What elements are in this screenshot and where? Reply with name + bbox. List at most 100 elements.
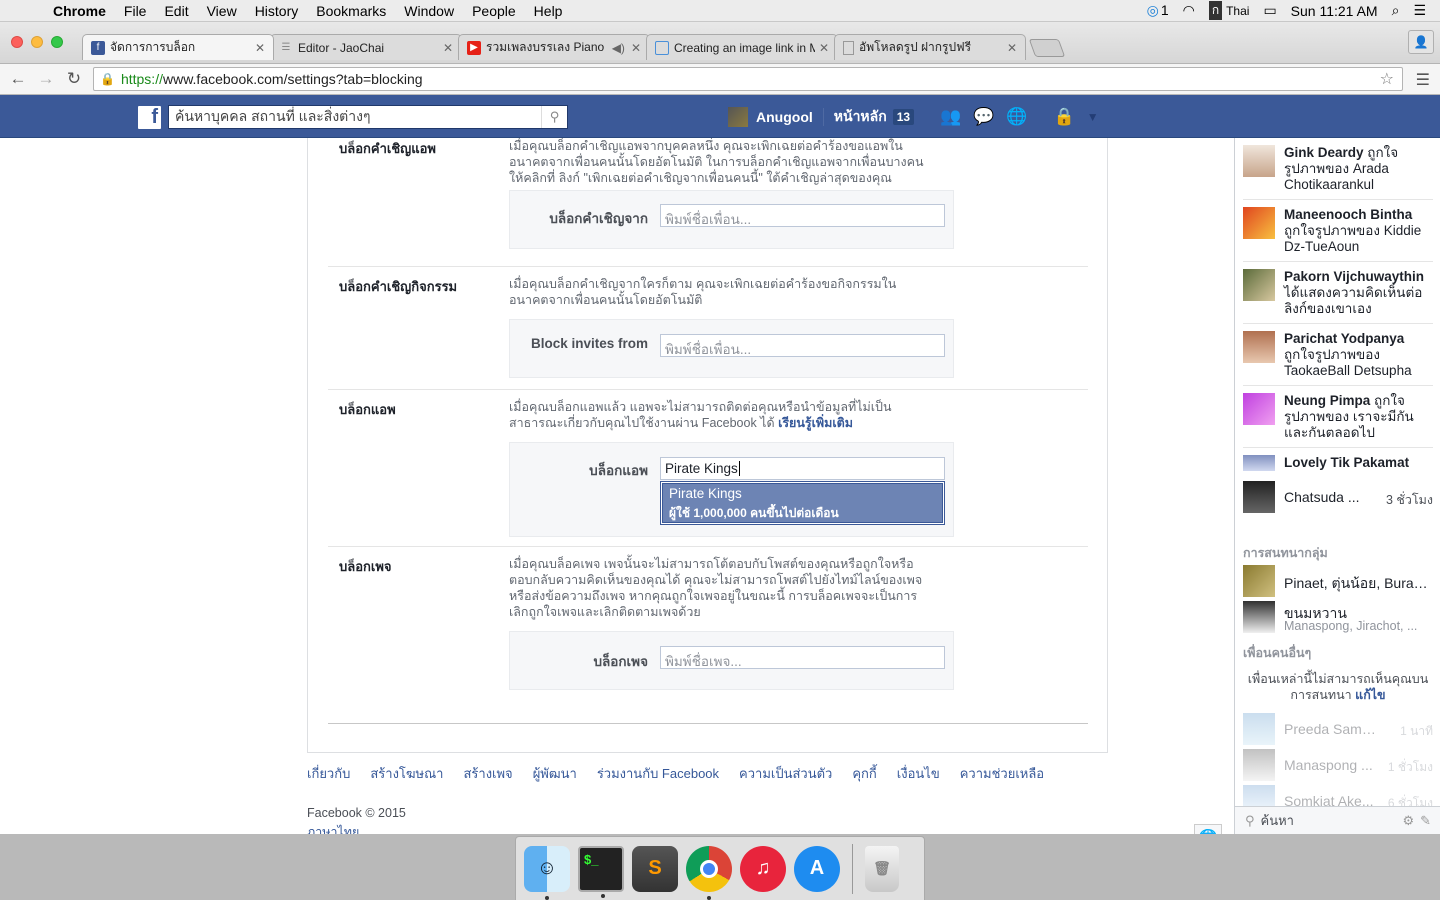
footer-link-help[interactable]: ความช่วยเหลือ — [960, 763, 1044, 784]
clock[interactable]: Sun 11:21 AM — [1291, 3, 1378, 19]
footer-link-create-page[interactable]: สร้างเพจ — [463, 763, 512, 784]
block-apps-input[interactable]: Pirate Kings — [660, 457, 945, 480]
ticker-item[interactable]: Parichat Yodpanya ถูกใจรูปภาพของ TaokaeB… — [1243, 331, 1433, 386]
chat-options-gear-icon[interactable]: ⚙ — [1402, 813, 1414, 829]
ticker-item[interactable]: Maneenooch Bintha ถูกใจรูปภาพของ Kiddie … — [1243, 207, 1433, 262]
close-tab-icon[interactable]: ✕ — [255, 41, 265, 55]
globe-icon[interactable]: 🌐 — [1194, 824, 1222, 834]
mac-menubar: Chrome File Edit View History Bookmarks … — [0, 0, 1440, 22]
footer-link-developers[interactable]: ผู้พัฒนา — [533, 763, 577, 784]
close-window-button[interactable] — [11, 36, 23, 48]
sublime-text-icon[interactable]: S — [632, 845, 678, 892]
app-store-icon[interactable]: A — [794, 845, 840, 892]
friend-requests-icon[interactable]: 👥 — [940, 107, 961, 127]
spotlight-search-icon[interactable]: ⌕ — [1392, 2, 1400, 19]
typeahead-option-pirate-kings[interactable]: Pirate Kings ผู้ใช้ 1,000,000 คนขึ้นไปต่… — [662, 483, 943, 523]
group-conversation[interactable]: ขนมหวาน Manaspong, Jirachot, ... — [1243, 601, 1433, 633]
battery-icon[interactable]: ▭ — [1263, 2, 1276, 19]
tab-title: Creating an image link in M — [674, 40, 815, 55]
trash-icon[interactable]: 🗑 — [865, 845, 899, 892]
menu-app[interactable]: Chrome — [44, 3, 115, 19]
menu-bookmarks[interactable]: Bookmarks — [307, 3, 395, 19]
jewel-icons: 👥 💬 🌐 🔒 ▼ — [940, 107, 1111, 127]
group-conversation[interactable]: Pinaet, ตุ่นน้อย, Burawa... — [1243, 565, 1434, 597]
chrome-menu-icon[interactable]: ☰ — [1416, 70, 1430, 90]
chat-contact[interactable]: Chatsuda ... 3 ชั่วโมง — [1243, 481, 1433, 513]
facebook-logo-icon[interactable]: f — [138, 106, 161, 129]
section-title: บล็อกคำเชิญแอพ — [339, 141, 436, 156]
privacy-shortcuts-icon[interactable]: 🔒 — [1054, 107, 1075, 127]
footer-link-create-ad[interactable]: สร้างโฆษณา — [370, 763, 443, 784]
account-menu-chevron-icon[interactable]: ▼ — [1087, 110, 1099, 124]
notifications-globe-icon[interactable]: 🌐 — [1006, 107, 1027, 127]
ticker-item[interactable]: Neung Pimpa ถูกใจรูปภาพของ เราจะมีกันและ… — [1243, 393, 1433, 448]
footer-link-careers[interactable]: ร่วมงานกับ Facebook — [597, 763, 719, 784]
tab-title: อัพโหลดรูป ฝากรูปฟรี — [859, 40, 972, 54]
learn-more-link[interactable]: เรียนรู้เพิ่มเติม — [778, 416, 853, 430]
chrome-icon[interactable] — [686, 845, 732, 900]
chat-search-input[interactable]: ⚲ ค้นหา ⚙ ✎ — [1235, 806, 1440, 834]
notification-icon[interactable]: ◎ 1 — [1147, 2, 1169, 19]
contact-name: Preeda Samk... — [1284, 721, 1379, 737]
messages-icon[interactable]: 💬 — [973, 107, 994, 127]
bookmark-star-icon[interactable]: ☆ — [1380, 69, 1394, 89]
profile-icon[interactable]: 👤 — [1408, 30, 1434, 54]
close-tab-icon[interactable]: ✕ — [819, 41, 829, 55]
menu-help[interactable]: Help — [525, 3, 572, 19]
ticker-item[interactable]: Pakorn Vijchuwaythin ได้แสดงความคิดเห็นต… — [1243, 269, 1433, 324]
facebook-search-input[interactable]: ค้นหาบุคคล สถานที่ และสิ่งต่างๆ ⚲ — [168, 105, 568, 129]
tab-youtube[interactable]: ▶ รวมเพลงบรรเลง Piano Ball ◀) ✕ — [458, 34, 650, 60]
block-event-invites-input[interactable]: พิมพ์ชื่อเพื่อน... — [660, 334, 945, 357]
speaker-icon[interactable]: ◀) — [612, 41, 625, 55]
ticker-name: Parichat Yodpanya — [1284, 331, 1405, 346]
close-tab-icon[interactable]: ✕ — [631, 41, 641, 55]
forward-icon[interactable]: → — [32, 69, 60, 89]
itunes-icon[interactable]: ♫ — [740, 845, 786, 892]
tab-editor[interactable]: ☰ Editor - JaoChai ✕ — [270, 34, 462, 60]
footer-link-privacy[interactable]: ความเป็นส่วนตัว — [739, 763, 832, 784]
close-tab-icon[interactable]: ✕ — [443, 41, 453, 55]
close-tab-icon[interactable]: ✕ — [1007, 41, 1017, 55]
menu-window[interactable]: Window — [395, 3, 463, 19]
contact-name: Chatsuda ... — [1284, 489, 1360, 505]
menu-file[interactable]: File — [115, 3, 156, 19]
last-active-time: 3 ชั่วโมง — [1386, 493, 1433, 507]
chat-contact-offline[interactable]: Manaspong ... 1 ชั่วโมง — [1243, 749, 1433, 781]
edit-link[interactable]: แก้ไข — [1355, 688, 1385, 702]
block-app-invites-input[interactable]: พิมพ์ชื่อเพื่อน... — [660, 204, 945, 227]
address-bar[interactable]: 🔒 https:// www.facebook.com/settings?tab… — [93, 67, 1403, 91]
lock-icon[interactable]: 🔒 — [100, 72, 115, 86]
terminal-icon[interactable]: $_ — [578, 845, 624, 898]
footer-link-about[interactable]: เกี่ยวกับ — [307, 763, 350, 784]
user-avatar[interactable] — [728, 107, 748, 127]
menu-history[interactable]: History — [246, 3, 308, 19]
footer-link-terms[interactable]: เงื่อนไข — [897, 763, 940, 784]
input-source-label[interactable]: Thai — [1226, 4, 1249, 18]
tab-image-link[interactable]: Creating an image link in M ✕ — [646, 34, 838, 60]
input-source-icon[interactable]: ก — [1208, 1, 1223, 20]
chat-contact-offline[interactable]: Preeda Samk... 1 นาที — [1243, 713, 1433, 745]
minimize-window-button[interactable] — [31, 36, 43, 48]
ticker-item[interactable]: Lovely Tik Pakamat — [1243, 455, 1433, 475]
ticker-item[interactable]: Gink Deardy ถูกใจรูปภาพของ Arada Chotika… — [1243, 145, 1433, 200]
profile-link[interactable]: Anugool — [756, 109, 813, 125]
new-message-icon[interactable]: ✎ — [1420, 813, 1431, 829]
block-pages-input[interactable]: พิมพ์ชื่อเพจ... — [660, 646, 945, 669]
finder-icon[interactable]: ☺ — [524, 845, 570, 900]
menu-people[interactable]: People — [463, 3, 525, 19]
new-tab-button[interactable] — [1028, 39, 1066, 57]
tab-blocking[interactable]: f จัดการการบล็อก ✕ — [82, 34, 274, 60]
zoom-window-button[interactable] — [51, 36, 63, 48]
wifi-icon[interactable]: ◠ — [1183, 2, 1195, 19]
footer-link-cookies[interactable]: คุกกี้ — [852, 763, 876, 784]
home-link[interactable]: หน้าหลัก — [834, 106, 887, 128]
menu-edit[interactable]: Edit — [155, 3, 197, 19]
menu-view[interactable]: View — [198, 3, 246, 19]
notification-center-icon[interactable]: ☰ — [1413, 2, 1426, 19]
back-icon[interactable]: ← — [4, 69, 32, 89]
language-link[interactable]: ภาษาไทย — [307, 822, 1107, 834]
search-icon[interactable]: ⚲ — [541, 106, 567, 128]
tab-upload[interactable]: อัพโหลดรูป ฝากรูปฟรี ✕ — [834, 34, 1026, 60]
reload-icon[interactable]: ↻ — [60, 69, 88, 89]
avatar — [1243, 145, 1275, 177]
